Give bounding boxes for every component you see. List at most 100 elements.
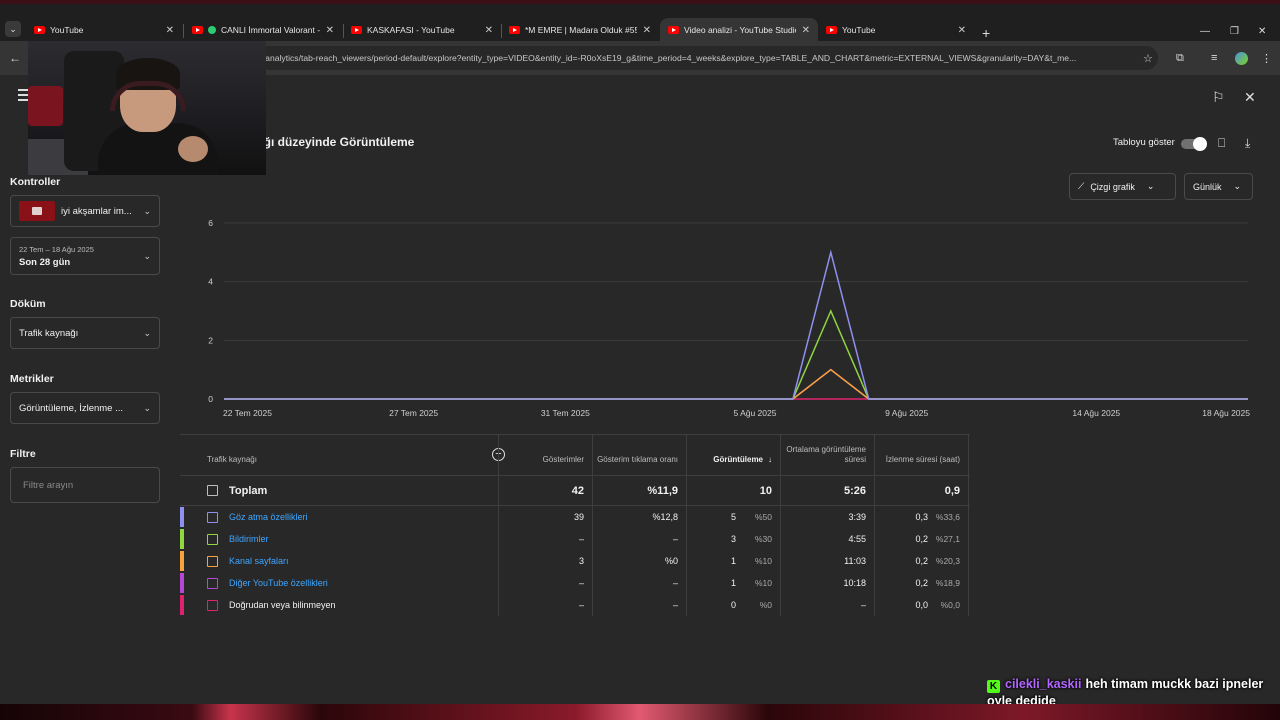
table-row: Doğrudan veya bilinmeyen – –0 %0–0,0 %0,0	[180, 594, 970, 616]
views-percent: %50	[754, 512, 772, 522]
x-tick-label: 14 Ağu 2025	[1072, 408, 1120, 418]
metrics-label: Metrikler	[10, 373, 54, 385]
y-tick-label: 6	[208, 218, 213, 228]
chevron-down-icon: ⌄	[143, 402, 151, 413]
close-report-icon[interactable]: ✕	[1244, 89, 1256, 106]
media-controls-icon[interactable]: ≡	[1211, 52, 1217, 64]
bookmark-star-icon[interactable]: ☆	[1143, 52, 1153, 65]
tab-search-button[interactable]: ⌄	[5, 21, 21, 37]
browser-tab[interactable]: YouTube ✕	[818, 18, 974, 42]
youtube-icon	[509, 26, 520, 34]
watch-time-percent: %33,6	[935, 512, 960, 522]
close-icon[interactable]: ✕	[485, 25, 493, 36]
total-impressions: 42	[499, 476, 593, 505]
browser-tab[interactable]: KASKAFASI - YouTube ✕	[343, 18, 501, 42]
source-cell: Diğer YouTube özellikleri	[180, 572, 499, 594]
col-views-header[interactable]: Görüntüleme ↓	[687, 435, 781, 475]
col-source-header[interactable]: Trafik kaynağı	[180, 435, 499, 475]
browser-tab[interactable]: YouTube ✕	[26, 18, 182, 42]
back-arrow-icon[interactable]: ←	[9, 51, 21, 65]
close-icon[interactable]: ✕	[643, 25, 651, 36]
close-icon[interactable]: ✕	[802, 25, 810, 36]
extensions-icon[interactable]: ⧉	[1176, 52, 1184, 65]
col-watch-time-header[interactable]: İzlenme süresi (saat)	[875, 435, 969, 475]
new-tab-icon[interactable]: +	[982, 25, 990, 41]
profile-avatar[interactable]	[1235, 52, 1248, 65]
download-icon[interactable]: ⤓	[1245, 136, 1250, 151]
col-avg-view-header[interactable]: Ortalama görüntüleme süresi	[781, 435, 875, 475]
total-checkbox[interactable]	[207, 485, 218, 496]
watch-time-cell: 0,3 %33,6	[875, 506, 969, 528]
watch-time-cell: 0,2 %27,1	[875, 528, 969, 550]
row-checkbox[interactable]	[207, 599, 218, 611]
table-row: Göz atma özellikleri 39 %12,8 5 %50 3:39 0,3 %3…	[180, 506, 970, 528]
col-ctr-header[interactable]: Gösterim tıklama oranı	[593, 435, 687, 475]
more-menu-icon[interactable]: ⋮	[1261, 52, 1272, 65]
chat-username: cilekli_kaskii	[1005, 677, 1082, 691]
row-checkbox[interactable]	[207, 555, 218, 567]
tab-label: KASKAFASI - YouTube	[367, 25, 455, 35]
views-value: 5	[730, 512, 736, 522]
date-range-selector[interactable]: 22 Tem – 18 Ağu 2025 Son 28 gün ⌄	[10, 237, 160, 275]
restore-icon[interactable]: ❐	[1230, 26, 1239, 37]
watch-time-percent: %27,1	[935, 534, 960, 544]
feedback-icon[interactable]: ⚐	[1212, 89, 1225, 106]
window-close-icon[interactable]: ✕	[1258, 26, 1266, 37]
views-percent: %10	[754, 578, 772, 588]
video-selector[interactable]: iyi akşamlar im... ⌄	[10, 195, 160, 227]
x-tick-label: 31 Tem 2025	[541, 408, 590, 418]
report-title: ağı düzeyinde Görüntüleme	[257, 135, 415, 149]
webcam-overlay	[28, 41, 266, 175]
chart-type-dropdown[interactable]: ⟋ Çizgi grafik ⌄	[1069, 173, 1176, 200]
youtube-icon	[826, 26, 837, 34]
series-line	[224, 368, 1248, 400]
x-tick-label: 9 Ağu 2025	[885, 408, 928, 418]
close-icon[interactable]: ✕	[958, 25, 966, 36]
total-label: Toplam	[229, 484, 268, 497]
watch-time-cell: 0,2 %20,3	[875, 550, 969, 572]
row-checkbox[interactable]	[207, 533, 218, 545]
kick-badge-icon: K	[987, 680, 1000, 693]
views-cell: 3 %30	[687, 528, 781, 550]
impressions-cell: –	[499, 594, 593, 616]
row-checkbox[interactable]	[207, 577, 218, 589]
minimize-icon[interactable]: —	[1200, 26, 1210, 37]
x-tick-label: 18 Ağu 2025	[1202, 408, 1250, 418]
chevron-down-icon: ⌄	[143, 327, 151, 338]
source-cell: Bildirimler	[180, 528, 499, 550]
tab-label: *M EMRE | Madara Olduk #555	[525, 25, 637, 35]
analytics-page: ⚐ ✕ Kontroller iyi akşamlar im... ⌄ 22 T…	[0, 41, 1280, 720]
breakdown-selector[interactable]: Trafik kaynağı ⌄	[10, 317, 160, 349]
url-field[interactable]: g/analytics/tab-reach_viewers/period-def…	[240, 46, 1158, 70]
granularity-dropdown[interactable]: Günlük ⌄	[1184, 173, 1253, 200]
video-thumbnail	[19, 201, 55, 221]
filter-label: Filtre	[10, 448, 36, 460]
source-color-bar	[180, 595, 184, 615]
close-icon[interactable]: ✕	[166, 25, 174, 36]
row-checkbox[interactable]	[207, 511, 218, 523]
metrics-selector[interactable]: Görüntüleme, İzlenme ... ⌄	[10, 392, 160, 424]
close-icon[interactable]: ✕	[326, 25, 334, 36]
filter-search-input[interactable]	[10, 467, 160, 503]
views-cell: 1 %10	[687, 550, 781, 572]
watch-time-percent: %18,9	[935, 578, 960, 588]
source-label[interactable]: Göz atma özellikleri	[229, 512, 308, 522]
date-range-preset: Son 28 gün	[19, 256, 71, 268]
series-line	[224, 368, 1248, 400]
webcam-background-object	[28, 86, 63, 126]
browser-tab[interactable]: *M EMRE | Madara Olduk #555 ✕	[501, 18, 659, 42]
browser-tab-active[interactable]: Video analizi - YouTube Studio ✕	[660, 18, 818, 42]
watch-time-value: 0,3	[915, 512, 928, 522]
avg-view-cell: 4:55	[781, 528, 875, 550]
table-body: Göz atma özellikleri 39 %12,8 5 %50 3:39 0,3 %3…	[180, 506, 970, 616]
source-label[interactable]: Diğer YouTube özellikleri	[229, 578, 328, 588]
show-table-toggle[interactable]	[1181, 137, 1207, 151]
source-label[interactable]: Kanal sayfaları	[229, 556, 289, 566]
browser-tab[interactable]: CANLI İmmortal Valorant - ✕	[184, 18, 342, 42]
source-label[interactable]: Bildirimler	[229, 534, 269, 544]
source-color-bar	[180, 529, 184, 549]
bookmark-icon[interactable]: ⎕	[1218, 136, 1225, 151]
col-impressions-header[interactable]: Gösterimler	[499, 435, 593, 475]
source-cell: Kanal sayfaları	[180, 550, 499, 572]
chevron-down-icon: ⌄	[143, 205, 151, 216]
